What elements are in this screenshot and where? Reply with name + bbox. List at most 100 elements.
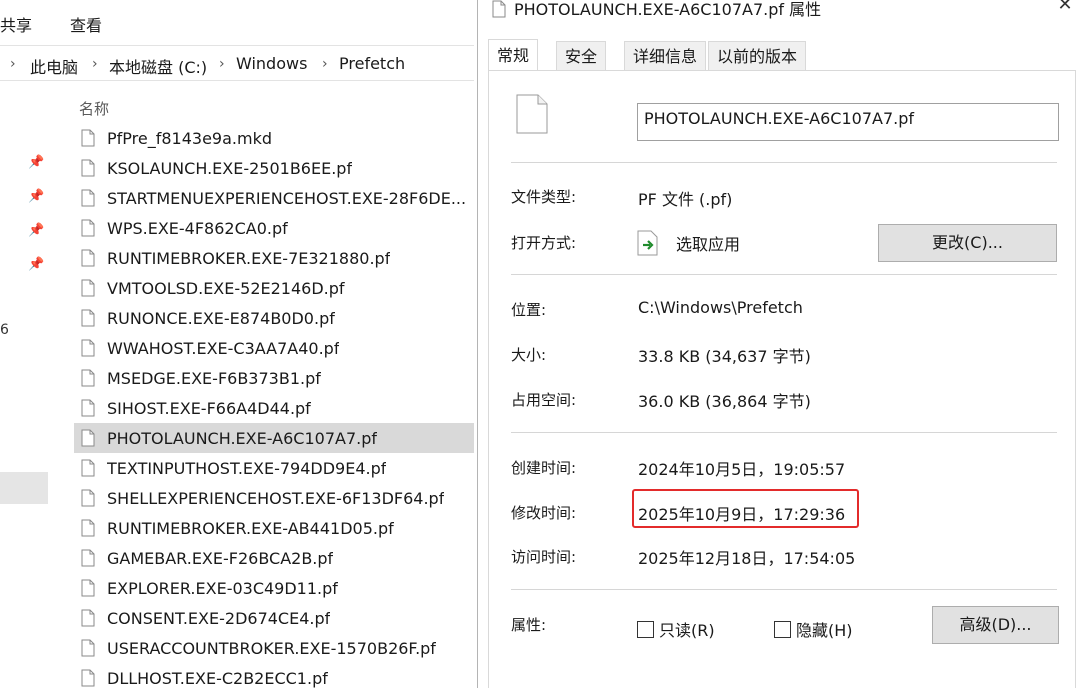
breadcrumb-prefetch[interactable]: Prefetch bbox=[339, 54, 405, 73]
location-value: C:\Windows\Prefetch bbox=[638, 298, 803, 317]
hidden-label: 隐藏(H) bbox=[796, 621, 853, 640]
accessed-label: 访问时间: bbox=[511, 548, 577, 566]
advanced-button[interactable]: 高级(D)... bbox=[932, 606, 1059, 644]
file-list: PfPre_f8143e9a.mkd KSOLAUNCH.EXE-2501B6EE… bbox=[74, 123, 474, 688]
file-icon bbox=[81, 669, 95, 687]
nav-item-fragment[interactable]: 6 bbox=[0, 322, 9, 338]
modified-label: 修改时间: bbox=[511, 504, 577, 522]
highlight-box bbox=[632, 489, 859, 528]
file-icon bbox=[81, 369, 95, 387]
change-button[interactable]: 更改(C)... bbox=[878, 224, 1057, 262]
file-name: TEXTINPUTHOST.EXE-794DD9E4.pf bbox=[107, 458, 387, 478]
file-type-icon bbox=[516, 94, 548, 138]
dialog-title: PHOTOLAUNCH.EXE-A6C107A7.pf 属性 bbox=[514, 0, 822, 19]
nav-item-selected[interactable] bbox=[0, 472, 48, 504]
breadcrumb-chevron-icon[interactable]: › bbox=[219, 56, 225, 72]
attributes-label: 属性: bbox=[511, 616, 547, 634]
file-icon bbox=[81, 249, 95, 267]
file-list-item[interactable]: SHELLEXPERIENCEHOST.EXE-6F13DF64.pf bbox=[74, 483, 474, 513]
file-icon bbox=[81, 219, 95, 237]
file-list-item[interactable]: GAMEBAR.EXE-F26BCA2B.pf bbox=[74, 543, 474, 573]
file-list-item[interactable]: TEXTINPUTHOST.EXE-794DD9E4.pf bbox=[74, 453, 474, 483]
file-type-value: PF 文件 (.pf) bbox=[638, 190, 733, 209]
column-header-name[interactable]: 名称 bbox=[79, 98, 109, 119]
file-icon bbox=[81, 489, 95, 507]
file-list-item[interactable]: WPS.EXE-4F862CA0.pf bbox=[74, 213, 474, 243]
file-icon bbox=[81, 189, 95, 207]
file-list-item[interactable]: CONSENT.EXE-2D674CE4.pf bbox=[74, 603, 474, 633]
file-list-item[interactable]: RUNTIMEBROKER.EXE-AB441D05.pf bbox=[74, 513, 474, 543]
divider bbox=[511, 162, 1057, 163]
hidden-checkbox[interactable]: 隐藏(H) bbox=[774, 617, 853, 641]
breadcrumb-chevron-icon[interactable]: › bbox=[92, 56, 98, 72]
dialog-tabs: 常规 安全 详细信息 以前的版本 bbox=[488, 39, 1076, 71]
file-name: CONSENT.EXE-2D674CE4.pf bbox=[107, 608, 331, 628]
file-icon bbox=[81, 519, 95, 537]
file-list-item[interactable]: RUNTIMEBROKER.EXE-7E321880.pf bbox=[74, 243, 474, 273]
file-icon bbox=[81, 129, 95, 147]
file-icon bbox=[81, 399, 95, 417]
dialog-title-bar: PHOTOLAUNCH.EXE-A6C107A7.pf 属性 bbox=[492, 0, 821, 22]
file-list-item[interactable]: RUNONCE.EXE-E874B0D0.pf bbox=[74, 303, 474, 333]
tab-previous-versions[interactable]: 以前的版本 bbox=[708, 41, 807, 71]
accessed-value: 2025年12月18日，17:54:05 bbox=[638, 549, 856, 568]
ribbon: 共享 查看 bbox=[0, 0, 478, 44]
divider bbox=[511, 274, 1057, 275]
file-name: USERACCOUNTBROKER.EXE-1570B26F.pf bbox=[107, 638, 436, 658]
file-list-item[interactable]: VMTOOLSD.EXE-52E2146D.pf bbox=[74, 273, 474, 303]
disk-size-label: 占用空间: bbox=[511, 391, 577, 409]
file-list-item[interactable]: PHOTOLAUNCH.EXE-A6C107A7.pf bbox=[74, 423, 474, 453]
open-with-app-icon bbox=[637, 230, 659, 260]
file-name: EXPLORER.EXE-03C49D11.pf bbox=[107, 578, 338, 598]
size-label: 大小: bbox=[511, 346, 547, 364]
file-name: RUNTIMEBROKER.EXE-7E321880.pf bbox=[107, 248, 391, 268]
readonly-checkbox[interactable]: 只读(R) bbox=[637, 617, 715, 641]
checkbox-unchecked-icon[interactable] bbox=[637, 620, 654, 638]
file-icon bbox=[492, 0, 506, 22]
file-icon bbox=[81, 609, 95, 627]
navigation-pane: 📌 📌 📌 📌 bbox=[0, 82, 48, 688]
file-icon bbox=[81, 639, 95, 657]
breadcrumb-local-disk[interactable]: 本地磁盘 (C:) bbox=[109, 54, 207, 78]
breadcrumb-chevron-icon[interactable]: › bbox=[10, 56, 16, 72]
ribbon-tab-view[interactable]: 查看 bbox=[70, 12, 102, 36]
checkbox-unchecked-icon[interactable] bbox=[774, 620, 791, 638]
file-name: RUNTIMEBROKER.EXE-AB441D05.pf bbox=[107, 518, 394, 538]
close-icon[interactable]: ✕ bbox=[1054, 0, 1076, 16]
file-list-item[interactable]: EXPLORER.EXE-03C49D11.pf bbox=[74, 573, 474, 603]
readonly-label: 只读(R) bbox=[659, 621, 715, 640]
open-with-value: 选取应用 bbox=[676, 235, 741, 254]
tab-security[interactable]: 安全 bbox=[556, 41, 607, 71]
file-name-field[interactable]: PHOTOLAUNCH.EXE-A6C107A7.pf bbox=[637, 103, 1059, 141]
tab-details[interactable]: 详细信息 bbox=[624, 41, 707, 71]
location-label: 位置: bbox=[511, 301, 547, 319]
file-list-item[interactable]: DLLHOST.EXE-C2B2ECC1.pf bbox=[74, 663, 474, 688]
breadcrumb-this-pc[interactable]: 此电脑 bbox=[30, 54, 78, 78]
file-name: SHELLEXPERIENCEHOST.EXE-6F13DF64.pf bbox=[107, 488, 445, 508]
file-name: PfPre_f8143e9a.mkd bbox=[107, 128, 272, 148]
file-icon bbox=[81, 429, 95, 447]
breadcrumb-windows[interactable]: Windows bbox=[236, 54, 307, 73]
file-icon bbox=[81, 339, 95, 357]
file-list-item[interactable]: MSEDGE.EXE-F6B373B1.pf bbox=[74, 363, 474, 393]
file-list-item[interactable]: STARTMENUEXPERIENCEHOST.EXE-28F6DE... bbox=[74, 183, 474, 213]
address-bar[interactable]: › 此电脑 › 本地磁盘 (C:) › Windows › Prefetch bbox=[0, 45, 474, 81]
file-type-label: 文件类型: bbox=[511, 188, 577, 206]
file-name: RUNONCE.EXE-E874B0D0.pf bbox=[107, 308, 335, 328]
tab-general[interactable]: 常规 bbox=[488, 39, 539, 70]
file-name: WPS.EXE-4F862CA0.pf bbox=[107, 218, 288, 238]
created-value: 2024年10月5日，19:05:57 bbox=[638, 460, 846, 479]
file-list-item[interactable]: SIHOST.EXE-F66A4D44.pf bbox=[74, 393, 474, 423]
file-list-item[interactable]: USERACCOUNTBROKER.EXE-1570B26F.pf bbox=[74, 633, 474, 663]
file-icon bbox=[81, 159, 95, 177]
file-list-item[interactable]: WWAHOST.EXE-C3AA7A40.pf bbox=[74, 333, 474, 363]
disk-size-value: 36.0 KB (36,864 字节) bbox=[638, 392, 811, 411]
file-list-item[interactable]: PfPre_f8143e9a.mkd bbox=[74, 123, 474, 153]
ribbon-tab-share[interactable]: 共享 bbox=[0, 12, 32, 36]
file-name: MSEDGE.EXE-F6B373B1.pf bbox=[107, 368, 321, 388]
file-icon bbox=[81, 579, 95, 597]
file-list-item[interactable]: KSOLAUNCH.EXE-2501B6EE.pf bbox=[74, 153, 474, 183]
breadcrumb-chevron-icon[interactable]: › bbox=[322, 56, 328, 72]
file-icon bbox=[81, 279, 95, 297]
pin-icon: 📌 bbox=[28, 189, 45, 204]
